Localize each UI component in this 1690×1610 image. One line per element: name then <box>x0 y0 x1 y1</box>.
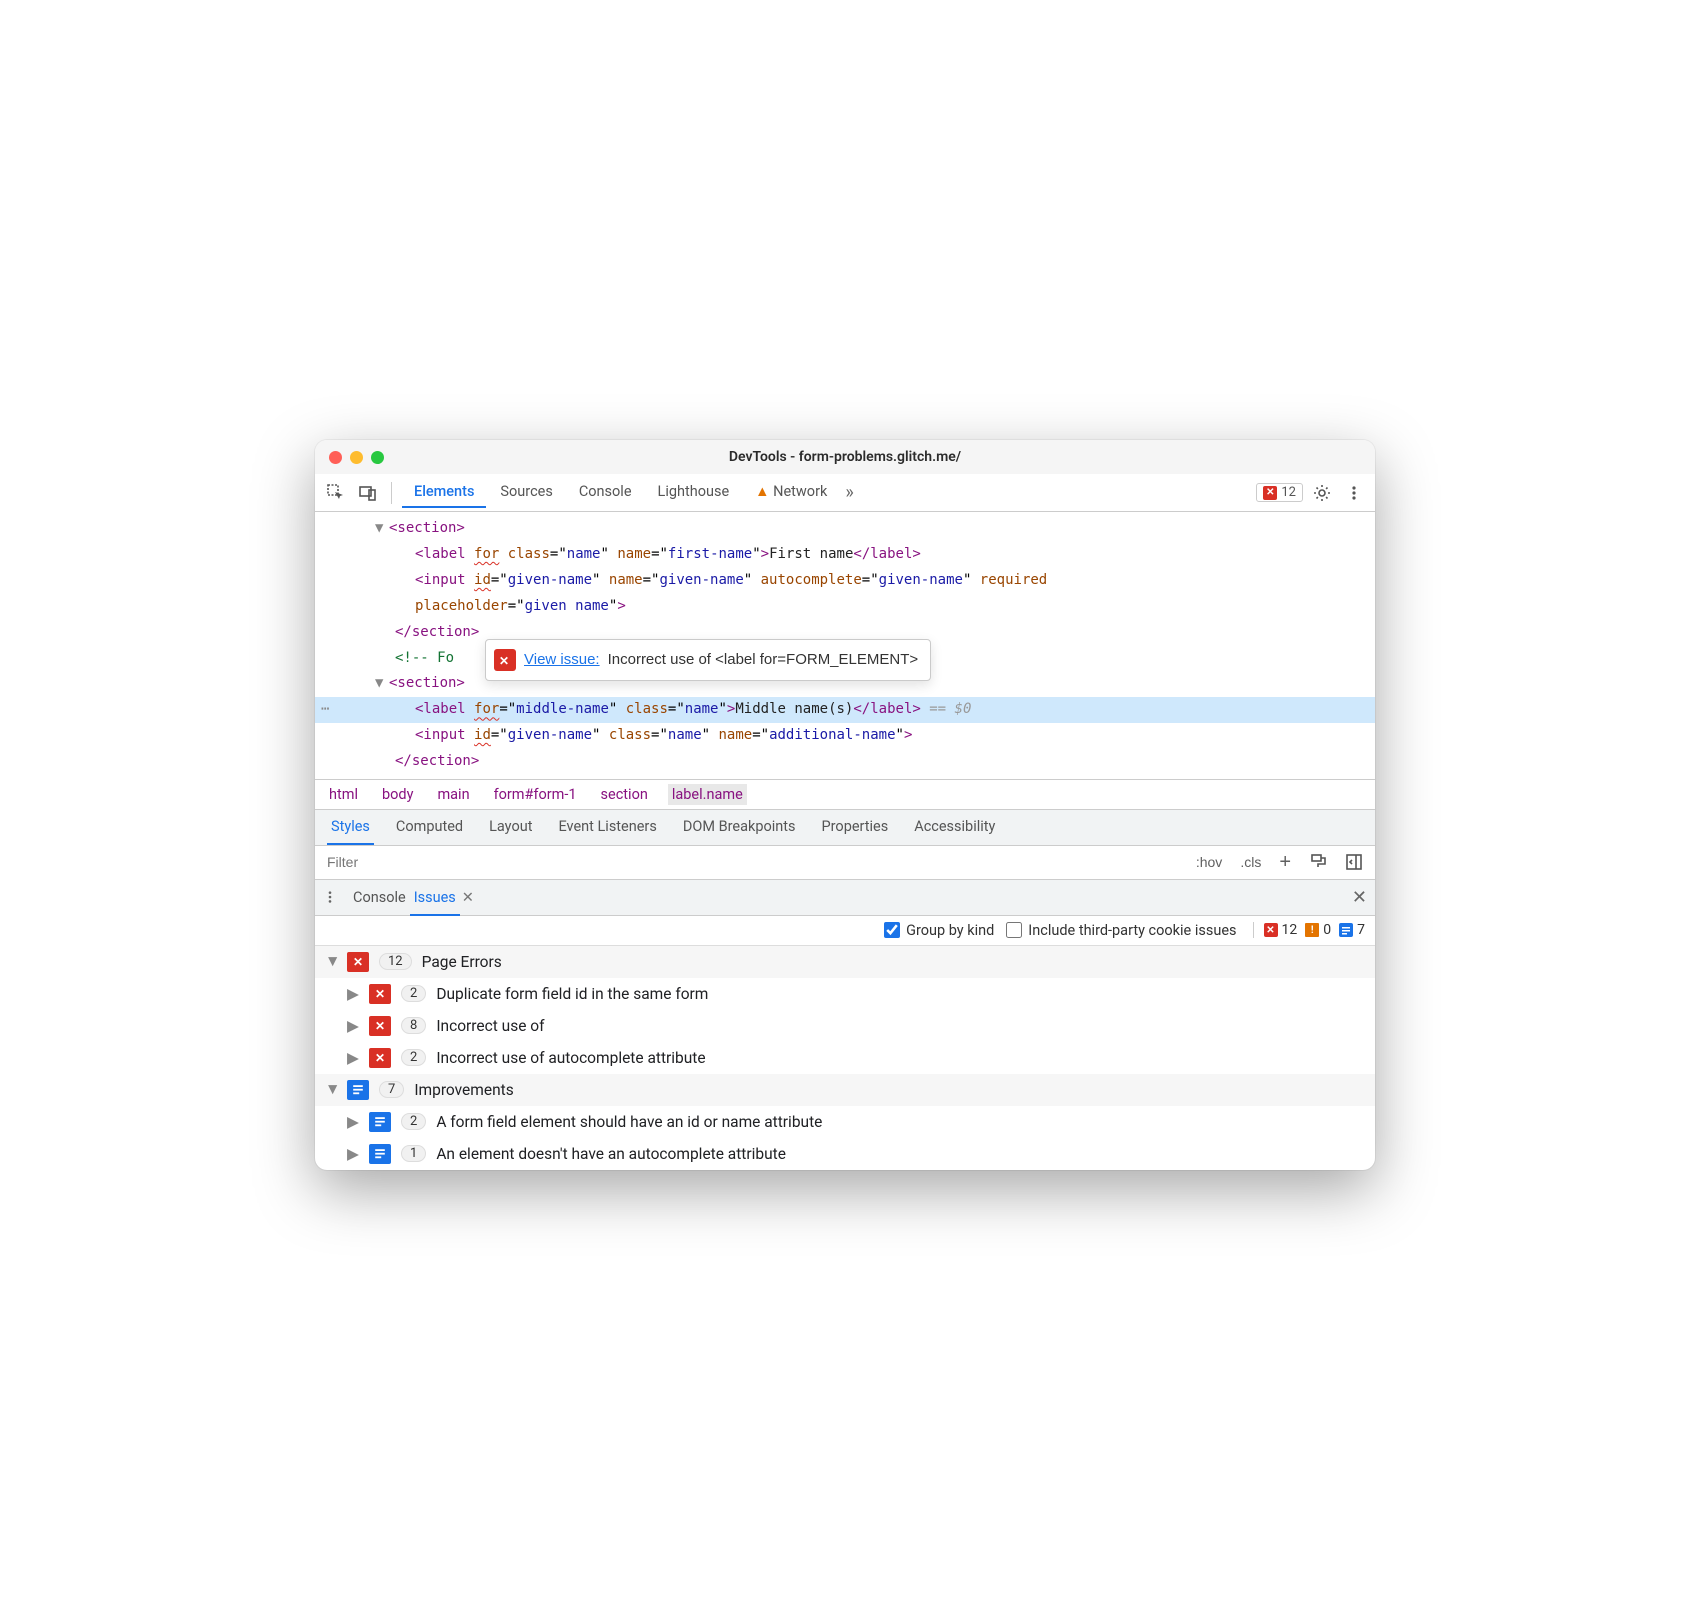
panel-tabs: ElementsSourcesConsoleLighthouse▲ Networ… <box>402 477 839 508</box>
close-window-button[interactable] <box>329 451 342 464</box>
third-party-checkbox[interactable]: Include third-party cookie issues <box>1006 922 1236 939</box>
issue-group-header[interactable]: ▼✕12Page Errors <box>315 946 1375 978</box>
breadcrumb-item[interactable]: body <box>378 784 417 805</box>
view-issue-link[interactable]: View issue: <box>524 646 600 674</box>
issue-item[interactable]: ▶2A form field element should have an id… <box>315 1106 1375 1138</box>
styles-subtab-layout[interactable]: Layout <box>485 810 536 845</box>
divider <box>391 482 392 504</box>
window-title: DevTools - form-problems.glitch.me/ <box>315 449 1375 465</box>
breadcrumb-item[interactable]: main <box>433 784 473 805</box>
dom-node[interactable]: <input id="given-name" class="name" name… <box>315 723 1375 749</box>
hov-toggle[interactable]: :hov <box>1192 852 1226 872</box>
more-panels-button[interactable]: » <box>845 482 853 503</box>
breadcrumb-item[interactable]: section <box>597 784 652 805</box>
group-by-kind-checkbox[interactable]: Group by kind <box>884 922 994 939</box>
panel-tab-elements[interactable]: Elements <box>402 477 486 508</box>
drawer-tabs: ConsoleIssues✕ ✕ <box>315 880 1375 916</box>
drawer-menu-icon[interactable] <box>323 890 337 904</box>
info-counter[interactable]: 7 <box>1339 922 1365 938</box>
error-count: 12 <box>1281 485 1296 500</box>
zoom-window-button[interactable] <box>371 451 384 464</box>
issue-tooltip: View issue: Incorrect use of <label for=… <box>485 639 931 681</box>
devtools-window: DevTools - form-problems.glitch.me/ Elem… <box>315 440 1375 1170</box>
warning-counter[interactable]: !0 <box>1305 922 1331 938</box>
drawer-close-icon[interactable]: ✕ <box>1352 887 1367 908</box>
issue-item[interactable]: ▶✕8Incorrect use of <box>315 1010 1375 1042</box>
computed-sidebar-toggle-icon[interactable] <box>1341 851 1367 873</box>
cls-toggle[interactable]: .cls <box>1236 852 1265 872</box>
styles-subtab-styles[interactable]: Styles <box>327 810 374 845</box>
error-count-badge[interactable]: ✕ 12 <box>1256 483 1303 502</box>
issue-item[interactable]: ▶1An element doesn't have an autocomplet… <box>315 1138 1375 1170</box>
new-style-rule-icon[interactable]: + <box>1275 849 1295 876</box>
issue-group-header[interactable]: ▼7Improvements <box>315 1074 1375 1106</box>
dom-breadcrumbs: html body main form#form-1 section label.name <box>315 779 1375 810</box>
dom-node[interactable]: ▼<section> <box>315 516 1375 542</box>
breadcrumb-item[interactable]: html <box>325 784 362 805</box>
issues-list: ▼✕12Page Errors▶✕2Duplicate form field i… <box>315 946 1375 1170</box>
minimize-window-button[interactable] <box>350 451 363 464</box>
main-toolbar: ElementsSourcesConsoleLighthouse▲ Networ… <box>315 474 1375 512</box>
panel-tab-lighthouse[interactable]: Lighthouse <box>646 477 742 508</box>
styles-filter-bar: :hov .cls + <box>315 846 1375 880</box>
styles-subtab-event-listeners[interactable]: Event Listeners <box>554 810 660 845</box>
settings-icon[interactable] <box>1309 480 1335 506</box>
dom-node[interactable]: <input id="given-name" name="given-name"… <box>315 568 1375 594</box>
drawer-tab-close-icon[interactable]: ✕ <box>462 889 474 906</box>
breadcrumb-item[interactable]: form#form-1 <box>490 784 581 805</box>
styles-subtab-accessibility[interactable]: Accessibility <box>910 810 999 845</box>
titlebar: DevTools - form-problems.glitch.me/ <box>315 440 1375 474</box>
drawer-tab-issues[interactable]: Issues <box>410 881 460 916</box>
issues-filter-bar: Group by kind Include third-party cookie… <box>315 916 1375 946</box>
dom-node[interactable]: <label for="middle-name" class="name">Mi… <box>315 697 1375 723</box>
more-menu-icon[interactable] <box>1341 480 1367 506</box>
panel-tab-console[interactable]: Console <box>567 477 644 508</box>
error-message-icon <box>494 649 516 671</box>
styles-subtab-dom-breakpoints[interactable]: DOM Breakpoints <box>679 810 800 845</box>
issue-counters: ✕12 !0 7 <box>1253 922 1366 938</box>
device-toolbar-icon[interactable] <box>355 480 381 506</box>
window-controls <box>329 451 384 464</box>
styles-subtab-properties[interactable]: Properties <box>818 810 893 845</box>
styles-panel-tabs: Styles Computed Layout Event Listeners DOM B… <box>315 810 1375 846</box>
styles-subtab-computed[interactable]: Computed <box>392 810 467 845</box>
panel-tab-sources[interactable]: Sources <box>488 477 564 508</box>
breadcrumb-item[interactable]: label.name <box>668 784 747 805</box>
dom-node[interactable]: </section> <box>315 749 1375 775</box>
styles-filter-input[interactable] <box>323 850 1182 874</box>
tooltip-message: Incorrect use of <label for=FORM_ELEMENT… <box>608 646 919 674</box>
issue-item[interactable]: ▶✕2Incorrect use of autocomplete attribu… <box>315 1042 1375 1074</box>
dom-node[interactable]: placeholder="given name"> <box>315 594 1375 620</box>
issue-item[interactable]: ▶✕2Duplicate form field id in the same f… <box>315 978 1375 1010</box>
panel-tab-network[interactable]: ▲ Network <box>743 477 839 508</box>
paint-icon[interactable] <box>1305 851 1331 873</box>
dom-node[interactable]: <label for class="name" name="first-name… <box>315 542 1375 568</box>
elements-dom-tree[interactable]: ▼<section><label for class="name" name="… <box>315 512 1375 779</box>
inspect-element-icon[interactable] <box>323 480 349 506</box>
drawer-tab-console[interactable]: Console <box>349 881 410 914</box>
error-counter[interactable]: ✕12 <box>1264 922 1298 938</box>
error-icon: ✕ <box>1263 486 1277 500</box>
